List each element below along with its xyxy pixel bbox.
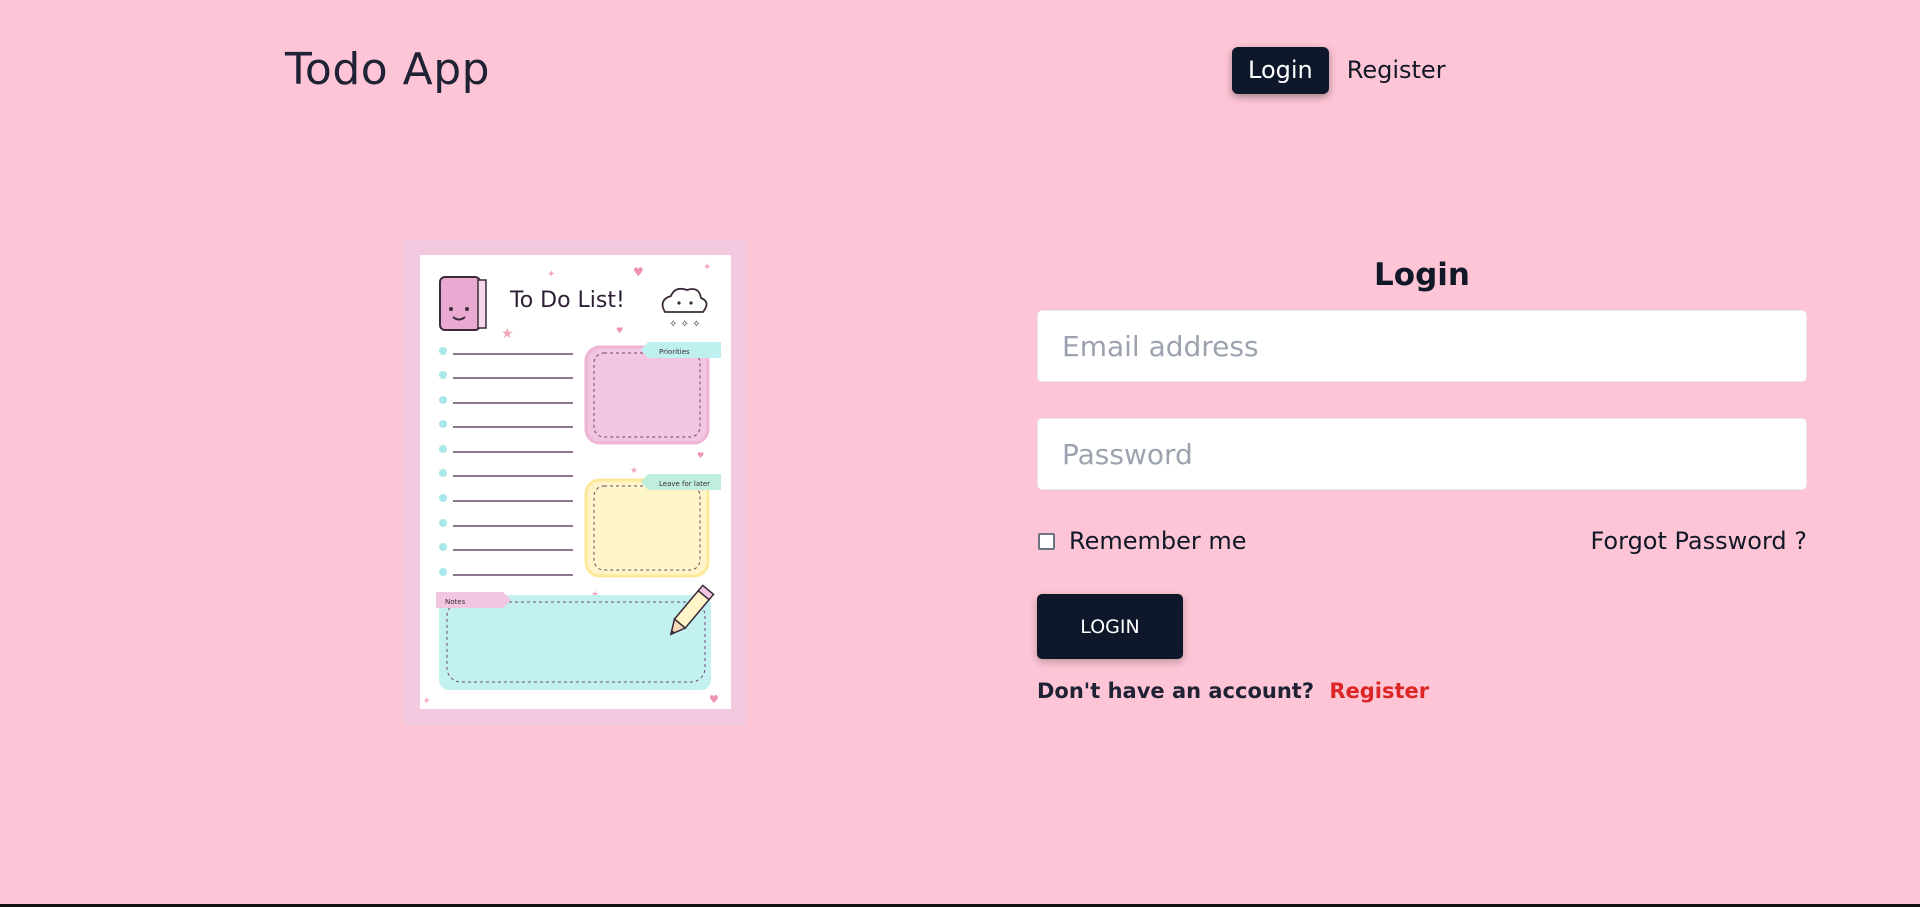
nav-login-button[interactable]: Login (1232, 47, 1329, 94)
password-input[interactable] (1037, 418, 1807, 490)
illustration-title: To Do List! (509, 288, 625, 313)
email-input[interactable] (1037, 310, 1807, 382)
nav: Login Register (1232, 47, 1446, 94)
priorities-box: Priorities (584, 342, 721, 445)
login-form: Login Remember me Forgot Password ? LOGI… (1037, 250, 1807, 703)
form-title: Login (1374, 257, 1470, 293)
todo-list-illustration: To Do List! ✧ ✧ ✧ ✦ ✦ ★ ★ ★ ★ ♥ ♥ ♥ ♥ Pr… (403, 240, 747, 726)
svg-text:♥: ♥ (633, 265, 644, 279)
svg-text:✦: ✦ (547, 269, 555, 280)
forgot-password-link[interactable]: Forgot Password ? (1590, 527, 1807, 555)
svg-text:♥: ♥ (709, 693, 719, 706)
svg-text:✧ ✧ ✧: ✧ ✧ ✧ (669, 319, 701, 330)
notes-box: Notes (436, 592, 711, 690)
register-link[interactable]: Register (1329, 679, 1429, 703)
notes-label: Notes (445, 598, 466, 606)
priorities-label: Priorities (659, 348, 690, 356)
options-row: Remember me Forgot Password ? (1037, 526, 1807, 556)
remember-me-label[interactable]: Remember me (1069, 527, 1247, 555)
remember-me[interactable]: Remember me (1037, 527, 1247, 555)
nav-register-link[interactable]: Register (1347, 47, 1446, 94)
svg-text:♥: ♥ (697, 451, 704, 460)
login-button[interactable]: LOGIN (1037, 594, 1183, 659)
remember-me-checkbox[interactable] (1038, 532, 1055, 550)
svg-text:★: ★ (501, 326, 514, 342)
svg-text:✦: ✦ (703, 262, 711, 273)
svg-text:♥: ♥ (616, 326, 623, 335)
leave-for-later-box: Leave for later (584, 474, 721, 578)
header: Todo App Login Register (0, 0, 1920, 140)
book-icon (439, 276, 487, 331)
signup-prompt: Don't have an account? Register (1037, 679, 1807, 703)
leave-for-later-label: Leave for later (659, 480, 710, 488)
brand-title: Todo App (285, 44, 491, 95)
svg-text:★: ★ (630, 466, 638, 476)
svg-text:★: ★ (423, 696, 430, 705)
no-account-text: Don't have an account? (1037, 679, 1314, 703)
